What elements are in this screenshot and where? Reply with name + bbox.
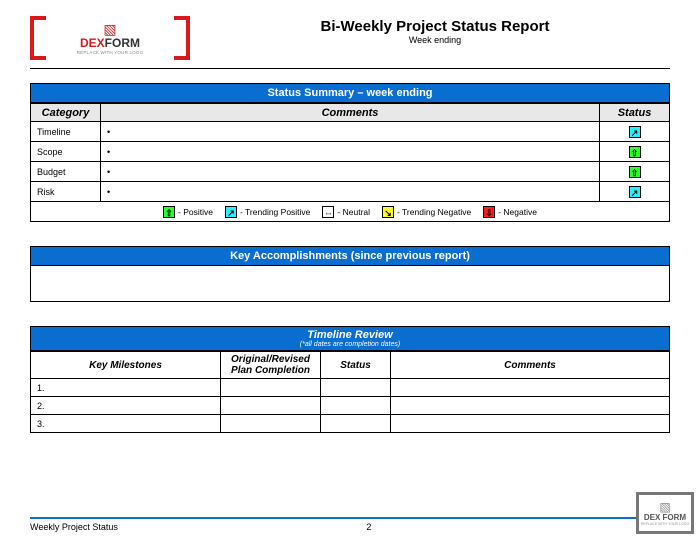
table-row: Budget• ⇧	[31, 162, 670, 182]
table-row: 2.	[31, 397, 670, 415]
timeline-title: Timeline Review	[31, 329, 669, 341]
legend-item: ⇔- Neutral	[322, 206, 370, 218]
corner-brand: DEX FORM	[644, 513, 686, 522]
table-row: Timeline• ↗	[31, 122, 670, 142]
cell-status: ⇧	[600, 162, 670, 182]
col-status: Status	[600, 104, 670, 122]
timeline-banner: Timeline Review (*all dates are completi…	[30, 326, 670, 351]
logo-tagline: REPLACE WITH YOUR LOGO	[77, 50, 144, 55]
cell-status: ↗	[600, 182, 670, 202]
legend-item: ⇩- Negative	[483, 206, 537, 218]
legend-icon: ↘	[382, 206, 394, 218]
cell-milestone: 1.	[31, 379, 221, 397]
header-divider	[30, 68, 670, 69]
cell-plan	[221, 415, 321, 433]
table-row: Risk• ↗	[31, 182, 670, 202]
legend-label: - Neutral	[337, 207, 370, 217]
accomplishments-banner: Key Accomplishments (since previous repo…	[30, 246, 670, 266]
cell-comment: •	[101, 122, 600, 142]
corner-cube-icon: ▧	[659, 501, 670, 513]
cell-category: Scope	[31, 142, 101, 162]
cell-milestone: 2.	[31, 397, 221, 415]
status-icon: ↗	[629, 186, 641, 198]
legend-label: - Positive	[178, 207, 213, 217]
status-icon: ⇧	[629, 146, 641, 158]
corner-tag: REPLACE WITH YOUR LOGO	[641, 522, 689, 526]
table-row: 1.	[31, 379, 670, 397]
col-comments: Comments	[101, 104, 600, 122]
col-plan: Original/Revised Plan Completion	[221, 352, 321, 379]
page-subtitle: Week ending	[200, 35, 670, 45]
accomplishments-body	[30, 266, 670, 302]
cell-milestone: 3.	[31, 415, 221, 433]
legend-icon: ↗	[225, 206, 237, 218]
page-title: Bi-Weekly Project Status Report	[200, 18, 670, 35]
status-summary-banner: Status Summary – week ending	[30, 83, 670, 103]
legend-label: - Trending Negative	[397, 207, 471, 217]
timeline-subtitle: (*all dates are completion dates)	[31, 341, 669, 348]
footer-left: Weekly Project Status	[30, 522, 118, 532]
cell-comment: •	[101, 162, 600, 182]
status-icon: ⇧	[629, 166, 641, 178]
col-category: Category	[31, 104, 101, 122]
cell-comments	[391, 397, 670, 415]
legend-row: ⇧- Positive ↗- Trending Positive ⇔- Neutra…	[31, 202, 670, 222]
legend-item: ⇧- Positive	[163, 206, 213, 218]
legend-label: - Trending Positive	[240, 207, 310, 217]
logo-cube-icon: ▧	[77, 22, 144, 36]
col-tl-status: Status	[321, 352, 391, 379]
cell-plan	[221, 397, 321, 415]
cell-plan	[221, 379, 321, 397]
cell-category: Budget	[31, 162, 101, 182]
table-row: 3.	[31, 415, 670, 433]
footer-page: 2	[366, 522, 371, 532]
table-row: Scope• ⇧	[31, 142, 670, 162]
cell-status	[321, 415, 391, 433]
legend-icon: ⇔	[322, 206, 334, 218]
cell-comment: •	[101, 142, 600, 162]
cell-status: ↗	[600, 122, 670, 142]
col-milestones: Key Milestones	[31, 352, 221, 379]
cell-status	[321, 397, 391, 415]
legend-icon: ⇧	[163, 206, 175, 218]
legend-label: - Negative	[498, 207, 537, 217]
cell-comment: •	[101, 182, 600, 202]
cell-comments	[391, 379, 670, 397]
legend-item: ↘- Trending Negative	[382, 206, 471, 218]
footer: Weekly Project Status 2	[30, 517, 670, 532]
logo-placeholder: ▧ DEXFORM REPLACE WITH YOUR LOGO	[30, 16, 190, 60]
corner-logo: ▧ DEX FORM REPLACE WITH YOUR LOGO	[636, 492, 694, 534]
logo-text-1: DEX	[80, 36, 105, 50]
timeline-table: Key Milestones Original/Revised Plan Com…	[30, 351, 670, 433]
cell-category: Timeline	[31, 122, 101, 142]
cell-comments	[391, 415, 670, 433]
header: ▧ DEXFORM REPLACE WITH YOUR LOGO Bi-Week…	[30, 16, 670, 60]
status-summary-table: Category Comments Status Timeline•↗Scope…	[30, 103, 670, 222]
cell-status	[321, 379, 391, 397]
status-icon: ↗	[629, 126, 641, 138]
logo-text-2: FORM	[105, 36, 140, 50]
cell-category: Risk	[31, 182, 101, 202]
col-tl-comments: Comments	[391, 352, 670, 379]
cell-status: ⇧	[600, 142, 670, 162]
legend-item: ↗- Trending Positive	[225, 206, 310, 218]
legend-icon: ⇩	[483, 206, 495, 218]
